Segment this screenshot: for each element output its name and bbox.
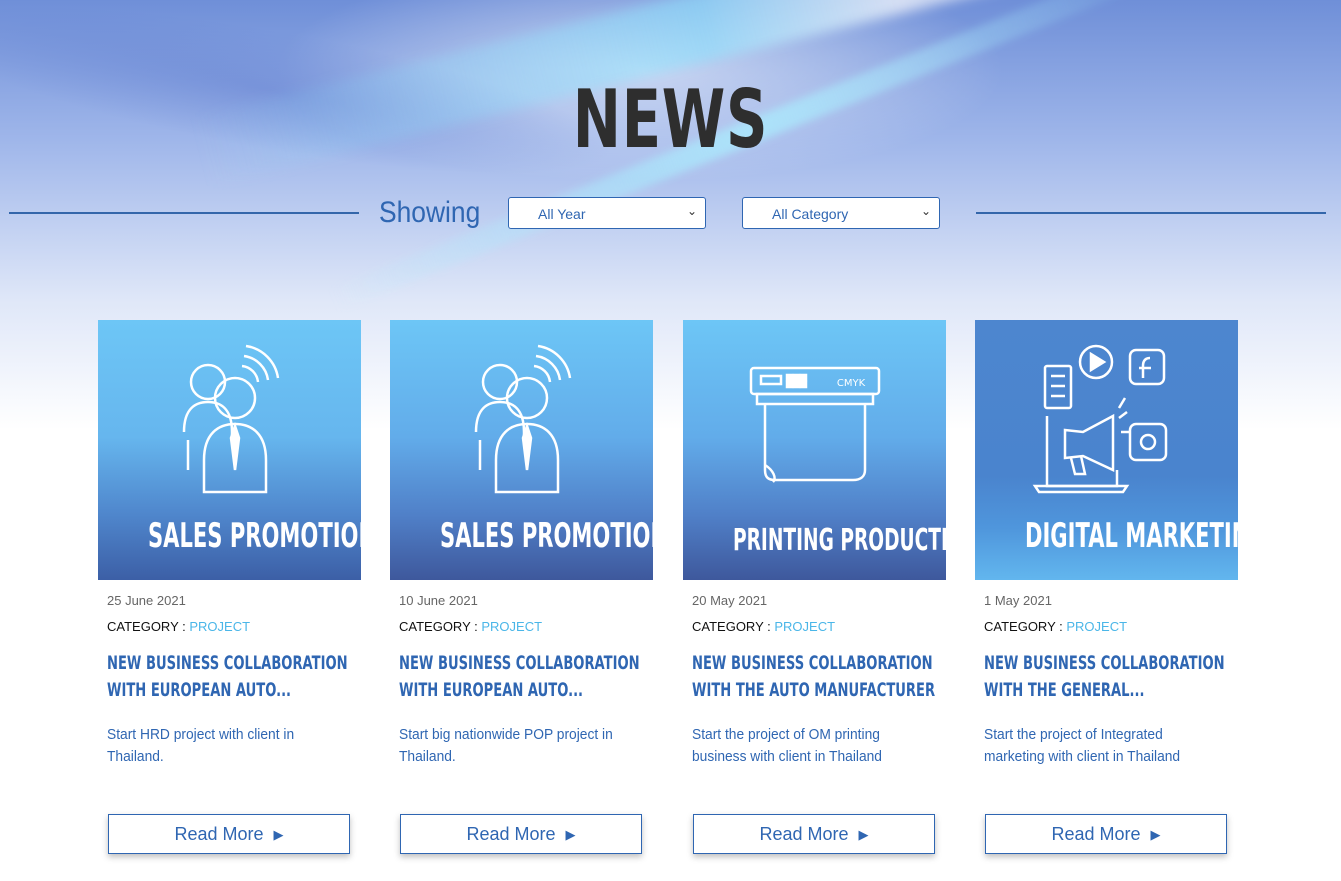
news-card: SALES PROMOTION TOOLS 10 June 2021 CATEG… (390, 320, 653, 854)
caret-right-icon: ▶ (565, 827, 576, 842)
year-select-value: All Year (538, 206, 586, 222)
category-select-value: All Category (772, 206, 849, 222)
read-more-button[interactable]: Read More ▶ (400, 814, 642, 854)
read-more-label: Read More (466, 824, 556, 844)
caret-right-icon: ▶ (858, 827, 869, 842)
printer-cmyk-text: CMYK (837, 378, 866, 389)
thumbnail-label: DIGITAL MARKETING (1024, 516, 1238, 556)
read-more-label: Read More (759, 824, 849, 844)
showing-label: Showing (379, 196, 481, 229)
news-card: DIGITAL MARKETING 1 May 2021 CATEGORY : … (975, 320, 1238, 854)
chevron-down-icon: ⌄ (920, 204, 931, 218)
news-category: CATEGORY : PROJECT (984, 619, 1127, 634)
news-date: 10 June 2021 (399, 593, 478, 608)
year-select[interactable]: All Year ⌄ (508, 197, 706, 229)
read-more-label: Read More (1051, 824, 1141, 844)
read-more-button[interactable]: Read More ▶ (108, 814, 350, 854)
thumbnail-label: PRINTING PRODUCTION (732, 523, 946, 558)
read-more-button[interactable]: Read More ▶ (693, 814, 935, 854)
news-headline[interactable]: NEW BUSINESS COLLABORATION WITH THE AUTO… (692, 650, 940, 704)
category-label: CATEGORY : (984, 619, 1063, 634)
news-thumbnail[interactable]: DIGITAL MARKETING (975, 320, 1238, 580)
caret-right-icon: ▶ (273, 827, 284, 842)
chevron-down-icon: ⌄ (686, 204, 697, 218)
news-category: CATEGORY : PROJECT (107, 619, 250, 634)
news-thumbnail[interactable]: SALES PROMOTION TOOLS (98, 320, 361, 580)
news-excerpt: Start the project of Integrated marketin… (984, 726, 1181, 765)
category-label: CATEGORY : (692, 619, 771, 634)
news-excerpt: Start the project of OM printing busines… (692, 726, 882, 765)
news-headline[interactable]: NEW BUSINESS COLLABORATION WITH EUROPEAN… (107, 650, 355, 704)
category-select[interactable]: All Category ⌄ (742, 197, 940, 229)
news-date: 25 June 2021 (107, 593, 186, 608)
news-excerpt: Start big nationwide POP project in Thai… (399, 726, 613, 765)
news-card: CMYK PRINTING PRODUCTION 20 May 2021 CAT… (683, 320, 946, 854)
read-more-button[interactable]: Read More ▶ (985, 814, 1227, 854)
divider-left (9, 212, 359, 214)
divider-right (976, 212, 1326, 214)
thumbnail-label: SALES PROMOTION TOOLS (439, 516, 653, 556)
category-link[interactable]: PROJECT (1066, 619, 1127, 634)
news-thumbnail[interactable]: CMYK PRINTING PRODUCTION (683, 320, 946, 580)
news-headline[interactable]: NEW BUSINESS COLLABORATION WITH THE GENE… (984, 650, 1232, 704)
news-thumbnail[interactable]: SALES PROMOTION TOOLS (390, 320, 653, 580)
news-category: CATEGORY : PROJECT (399, 619, 542, 634)
news-category: CATEGORY : PROJECT (692, 619, 835, 634)
category-label: CATEGORY : (107, 619, 186, 634)
news-card: SALES PROMOTION TOOLS 25 June 2021 CATEG… (98, 320, 361, 854)
category-link[interactable]: PROJECT (189, 619, 250, 634)
thumbnail-label: SALES PROMOTION TOOLS (147, 516, 361, 556)
category-link[interactable]: PROJECT (481, 619, 542, 634)
caret-right-icon: ▶ (1150, 827, 1161, 842)
news-date: 20 May 2021 (692, 593, 768, 608)
category-label: CATEGORY : (399, 619, 478, 634)
read-more-label: Read More (174, 824, 264, 844)
news-headline[interactable]: NEW BUSINESS COLLABORATION WITH EUROPEAN… (399, 650, 647, 704)
news-excerpt: Start HRD project with client in Thailan… (107, 726, 295, 765)
category-link[interactable]: PROJECT (774, 619, 835, 634)
page-title: NEWS (572, 73, 769, 166)
news-date: 1 May 2021 (984, 593, 1052, 608)
